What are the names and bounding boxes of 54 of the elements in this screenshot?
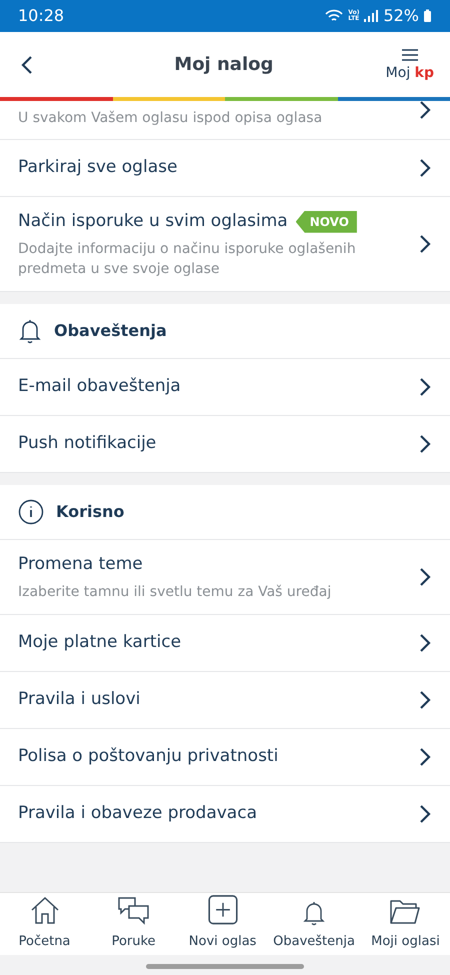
item-title: Polisa o poštovanju privatnosti	[18, 745, 278, 768]
nav-tab[interactable]: Obaveštenja	[267, 893, 361, 955]
chevron-right-icon	[418, 746, 432, 768]
chevron-right-icon	[418, 688, 432, 711]
menu-item[interactable]: E-mail obaveštenja	[0, 359, 450, 416]
bell-icon	[18, 318, 42, 344]
section-title: Korisno	[56, 501, 124, 524]
page-title: Moj nalog	[173, 53, 274, 77]
chevron-right-icon	[418, 433, 432, 456]
item-subtitle: Izaberite tamnu ili svetlu temu za Vaš uređaj	[18, 582, 332, 602]
new-badge: NOVO	[296, 210, 357, 233]
item-title: Pravila i uslovi	[18, 688, 140, 712]
menu-item[interactable]: Push notifikacije	[0, 416, 450, 474]
menu-icon	[400, 48, 419, 62]
back-icon	[20, 54, 34, 76]
item-title: E-mail obaveštenja	[18, 375, 181, 398]
menu-item[interactable]: Način isporuke u svim oglasima NOVO Dodajte informaciju o načinu isporuke oglašenih predmeta u sve svoje oglase	[0, 197, 450, 292]
menu-item[interactable]: Pravila i obaveze prodavaca	[0, 786, 450, 843]
info-icon	[18, 499, 44, 526]
nav-tab[interactable]: Moji oglasi	[360, 893, 450, 955]
nav-tab[interactable]: Poruke	[89, 893, 178, 955]
menu-item[interactable]: Parkiraj sve oglase	[0, 140, 450, 197]
chevron-right-icon	[418, 99, 432, 121]
item-title: Način isporuke u svim oglasima	[18, 210, 288, 233]
item-title: Parkiraj sve oglase	[18, 156, 178, 180]
signal-icon	[363, 9, 380, 23]
chevron-right-icon	[418, 376, 432, 398]
item-title: Promena teme	[18, 553, 143, 576]
section-title: Obaveštenja	[54, 320, 167, 342]
item-title: Pravila i obaveze prodavaca	[18, 802, 257, 826]
menu-item[interactable]: Pravila i uslovi	[0, 672, 450, 729]
menu-item[interactable]: Moje platne kartice	[0, 614, 450, 672]
nav-tab[interactable]: Početna	[0, 893, 90, 955]
chevron-right-icon	[418, 802, 432, 825]
chevron-right-icon	[418, 233, 432, 256]
battery-text: 52%	[383, 5, 419, 27]
menu-button[interactable]: Moj kp	[386, 48, 434, 82]
chevron-right-icon	[418, 157, 432, 179]
bell-icon	[302, 900, 326, 926]
home-icon[interactable]	[28, 896, 61, 926]
chat-icon[interactable]	[116, 896, 151, 926]
item-subtitle: Dodajte informaciju o načinu isporuke oglašenih predmeta u sve svoje oglase	[18, 240, 357, 279]
plus-icon[interactable]	[206, 894, 239, 926]
chevron-right-icon	[418, 566, 432, 588]
time-text: 10:28	[18, 5, 64, 27]
menu-item[interactable]: Promena teme Izaberite tamnu ili svetlu temu za Vaš uređaj	[0, 540, 450, 615]
nav-tab[interactable]: Novi oglas	[178, 893, 268, 955]
chevron-right-icon	[418, 632, 432, 654]
item-title: Push notifikacije	[18, 432, 156, 456]
folder-icon[interactable]	[389, 898, 422, 926]
item-title: Moje platne kartice	[18, 631, 182, 654]
item-subtitle: U svakom Vašem oglasu ispod opisa oglasa	[18, 108, 324, 128]
battery-icon	[423, 9, 432, 23]
menu-item[interactable]: Polisa o poštovanju privatnosti	[0, 728, 450, 786]
